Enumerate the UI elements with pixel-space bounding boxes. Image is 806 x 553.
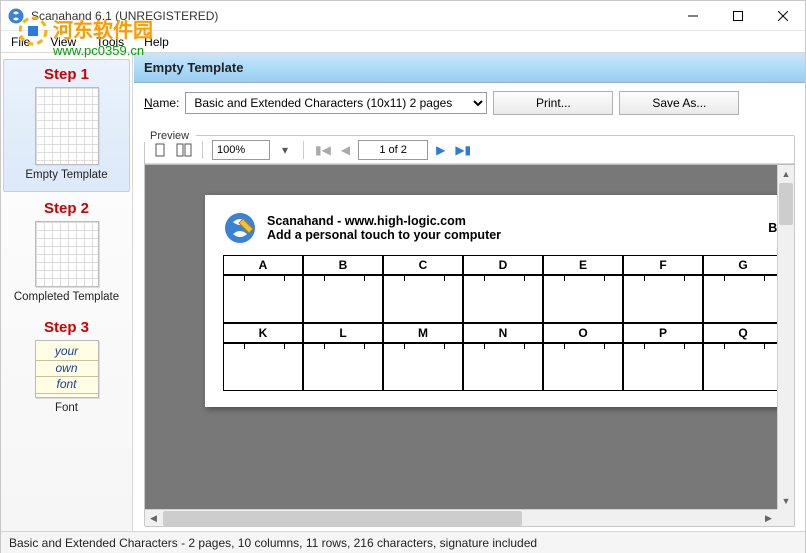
template-title: Scanahand - www.high-logic.com [267,214,501,228]
sidebar-step3[interactable]: Step 3 your own font Font [1,313,132,424]
print-button[interactable]: Print... [493,91,613,115]
main-panel: Empty Template Name: Basic and Extended … [133,53,805,531]
step2-caption: Completed Template [1,291,132,303]
sidebar: Step 1 Empty Template Step 2 Completed T… [1,53,133,531]
close-button[interactable] [760,1,805,31]
zoom-dropdown-icon[interactable]: ▾ [276,141,294,159]
preview-viewport: Scanahand - www.high-logic.com Add a per… [145,164,794,526]
zoom-select[interactable] [212,140,270,160]
page-header: Empty Template [134,53,805,83]
h-scroll-thumb[interactable] [163,511,522,526]
char-grid: A B C D E F G H K L M N [223,255,794,391]
name-label: Name: [144,96,179,110]
scroll-left-icon[interactable]: ◀ [145,510,162,526]
maximize-button[interactable] [715,1,760,31]
menu-help[interactable]: Help [140,33,173,51]
menu-file[interactable]: File [7,33,34,51]
prev-page-button[interactable]: ◀ [339,143,352,157]
app-icon [7,7,25,25]
step1-title: Step 1 [4,66,129,83]
next-page-button[interactable]: ▶ [434,143,447,157]
status-text: Basic and Extended Characters - 2 pages,… [9,536,537,550]
step2-thumbnail [35,221,99,287]
sidebar-step2[interactable]: Step 2 Completed Template [1,194,132,313]
scroll-down-icon[interactable]: ▼ [778,492,794,509]
statusbar: Basic and Extended Characters - 2 pages,… [1,531,805,553]
window-title: Scanahand 6.1 (UNREGISTERED) [31,9,218,23]
step1-thumbnail [35,87,99,165]
sidebar-step1[interactable]: Step 1 Empty Template [3,59,130,192]
window-titlebar: Scanahand 6.1 (UNREGISTERED) [1,1,805,31]
preview-legend: Preview [144,130,196,142]
template-page: Scanahand - www.high-logic.com Add a per… [205,195,794,407]
first-page-button[interactable]: ▮◀ [313,143,333,157]
step3-title: Step 3 [1,319,132,336]
menu-tools[interactable]: Tools [92,33,128,51]
horizontal-scrollbar[interactable]: ◀ ▶ [145,509,777,526]
preview-toolbar: ▾ ▮◀ ◀ ▶ ▶▮ [145,136,794,164]
step1-caption: Empty Template [4,169,129,181]
step3-caption: Font [1,402,132,414]
v-scroll-thumb[interactable] [779,183,793,225]
page-indicator[interactable] [358,140,428,160]
scroll-up-icon[interactable]: ▲ [778,165,794,182]
scanahand-logo-icon [223,211,257,245]
vertical-scrollbar[interactable]: ▲ ▼ [777,165,794,509]
minimize-button[interactable] [670,1,715,31]
template-subtitle: Add a personal touch to your computer [267,228,501,242]
step3-thumbnail: your own font [35,340,99,398]
save-as-button[interactable]: Save As... [619,91,739,115]
single-page-icon[interactable] [151,141,169,159]
menubar: File View Tools Help [1,31,805,53]
name-row: Name: Basic and Extended Characters (10x… [134,83,805,123]
preview-box: ▾ ▮◀ ◀ ▶ ▶▮ [144,135,795,527]
template-name-select[interactable]: Basic and Extended Characters (10x11) 2 … [185,92,487,114]
last-page-button[interactable]: ▶▮ [453,143,473,157]
step2-title: Step 2 [1,200,132,217]
scroll-right-icon[interactable]: ▶ [760,510,777,526]
menu-view[interactable]: View [46,33,80,51]
multi-page-icon[interactable] [175,141,193,159]
